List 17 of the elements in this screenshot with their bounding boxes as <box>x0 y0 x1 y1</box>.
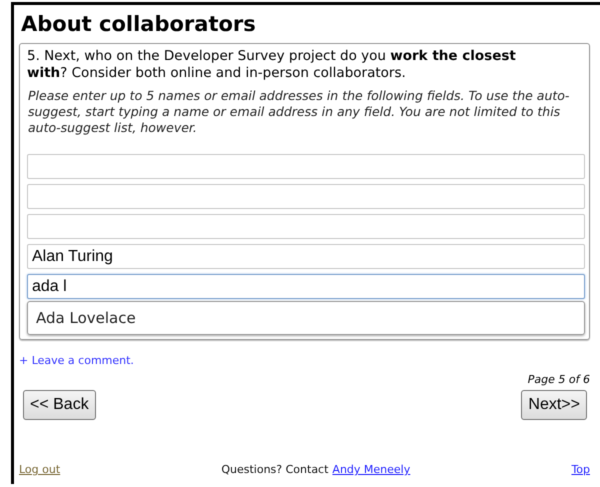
suggestion-item[interactable]: Ada Lovelace <box>36 308 576 328</box>
comment-link[interactable]: + Leave a comment. <box>19 354 134 367</box>
question-text: 5. Next, who on the Developer Survey project do you work the closest with? Consider both online and in-person collaborators. <box>27 48 517 82</box>
contact-text: Questions? Contact <box>221 463 328 476</box>
name-field[interactable] <box>27 154 585 179</box>
name-field[interactable]: Alan Turing <box>27 244 585 269</box>
instructions-text: Please enter up to 5 names or email addresses in the following fields. To use the auto-suggest, start typing a name or email address in any field. You are not limited to this auto-suggest list, however. <box>28 88 570 136</box>
back-button[interactable]: << Back <box>23 390 96 420</box>
name-field[interactable]: ada l <box>27 274 585 299</box>
logout-link[interactable]: Log out <box>19 463 60 476</box>
next-button[interactable]: Next>> <box>521 390 587 420</box>
top-link[interactable]: Top <box>571 463 590 476</box>
name-field[interactable] <box>27 184 585 209</box>
page-title: About collaborators <box>21 11 257 37</box>
name-field[interactable] <box>27 214 585 239</box>
page-indicator: Page 5 of 6 <box>528 373 590 386</box>
contact-link[interactable]: Andy Meneely <box>332 463 410 476</box>
